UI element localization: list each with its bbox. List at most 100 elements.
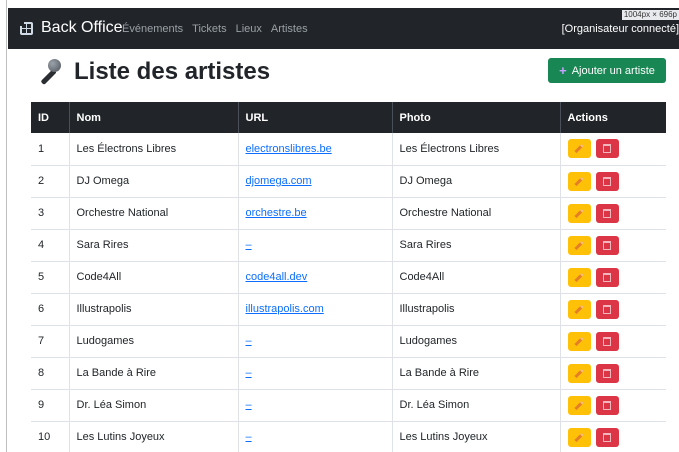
trash-icon — [603, 240, 611, 250]
column-actions: Actions — [567, 111, 608, 124]
column-url: URL — [238, 102, 393, 133]
row-name: Les Lutins Joyeux — [69, 421, 239, 452]
delete-button[interactable] — [595, 171, 619, 191]
table-row: 7 Ludogames – Ludogames — [31, 325, 666, 357]
edit-button[interactable] — [567, 331, 591, 351]
artists-table: ID Nom URL Photo Actions 1 Les Électrons… — [31, 102, 666, 452]
trash-icon — [603, 368, 611, 378]
row-photo: Orchestre National — [392, 197, 561, 229]
nav-item-tickets[interactable]: Tickets — [192, 23, 226, 35]
row-photo: Les Électrons Libres — [392, 133, 561, 165]
delete-button[interactable] — [595, 363, 619, 383]
artist-url-link[interactable]: – — [246, 335, 252, 347]
trash-icon — [603, 176, 611, 186]
pencil-icon — [574, 176, 584, 186]
row-id: 10 — [31, 421, 70, 452]
trash-icon — [603, 400, 611, 410]
table-header-row: ID Nom URL Photo Actions — [31, 102, 666, 133]
edit-button[interactable] — [567, 427, 591, 447]
delete-button[interactable] — [595, 427, 619, 447]
edit-button[interactable] — [567, 363, 591, 383]
add-artist-button[interactable]: + Ajouter un artiste — [548, 58, 666, 83]
nav-item-evenements[interactable]: Événements — [122, 23, 183, 35]
plus-icon: + — [559, 63, 567, 78]
page-heading: Liste des artistes — [74, 58, 271, 85]
nav-item-artistes[interactable]: Artistes — [271, 23, 308, 35]
table-row: 5 Code4All code4all.dev Code4All — [31, 261, 666, 293]
delete-button[interactable] — [595, 139, 619, 159]
pencil-icon — [574, 400, 584, 410]
edit-button[interactable] — [567, 203, 591, 223]
row-photo: Code4All — [392, 261, 561, 293]
artist-url-link[interactable]: electronslibres.be — [246, 143, 332, 155]
brand-name[interactable]: Back Office — [41, 19, 123, 37]
edit-button[interactable] — [567, 171, 591, 191]
edit-button[interactable] — [567, 299, 591, 319]
table-row: 1 Les Électrons Libres electronslibres.b… — [31, 133, 666, 165]
pencil-icon — [574, 272, 584, 282]
column-id: ID — [31, 102, 70, 133]
artist-url-link[interactable]: orchestre.be — [246, 207, 307, 219]
delete-button[interactable] — [595, 395, 619, 415]
trash-icon — [603, 304, 611, 314]
row-id: 2 — [31, 165, 70, 197]
add-artist-label: Ajouter un artiste — [571, 64, 655, 77]
trash-icon — [603, 144, 611, 154]
row-id: 5 — [31, 261, 70, 293]
row-name: Sara Rires — [69, 229, 239, 261]
artist-url-link[interactable]: djomega.com — [246, 175, 312, 187]
row-id: 6 — [31, 293, 70, 325]
pencil-icon — [574, 304, 584, 314]
pencil-icon — [574, 208, 584, 218]
grid-icon — [20, 21, 33, 35]
brand[interactable]: Back Office — [20, 19, 123, 37]
nav-item-lieux[interactable]: Lieux — [236, 23, 262, 35]
table-row: 2 DJ Omega djomega.com DJ Omega — [31, 165, 666, 197]
delete-button[interactable] — [595, 235, 619, 255]
edit-button[interactable] — [567, 235, 591, 255]
row-photo: La Bande à Rire — [392, 357, 561, 389]
row-id: 8 — [31, 357, 70, 389]
row-id: 9 — [31, 389, 70, 421]
row-id: 7 — [31, 325, 70, 357]
row-id: 4 — [31, 229, 70, 261]
top-navbar: Back Office Événements Tickets Lieux Art… — [8, 8, 679, 49]
trash-icon — [603, 432, 611, 442]
trash-icon — [603, 336, 611, 346]
delete-button[interactable] — [595, 331, 619, 351]
column-photo: Photo — [392, 102, 561, 133]
artist-url-link[interactable]: code4all.dev — [246, 271, 308, 283]
edit-button[interactable] — [567, 395, 591, 415]
viewport-size-badge: 1004px × 696p — [621, 10, 679, 20]
row-id: 1 — [31, 133, 70, 165]
pencil-icon — [574, 144, 584, 154]
artist-url-link[interactable]: illustrapolis.com — [246, 303, 324, 315]
artist-url-link[interactable]: – — [246, 367, 252, 379]
artist-url-link[interactable]: – — [246, 399, 252, 411]
edit-button[interactable] — [567, 139, 591, 159]
pencil-icon — [574, 336, 584, 346]
artist-url-link[interactable]: – — [246, 239, 252, 251]
row-photo: Dr. Léa Simon — [392, 389, 561, 421]
table-row: 3 Orchestre National orchestre.be Orches… — [31, 197, 666, 229]
delete-button[interactable] — [595, 267, 619, 287]
user-status: [Organisateur connecté] — [561, 23, 679, 35]
row-name: Illustrapolis — [69, 293, 239, 325]
delete-button[interactable] — [595, 299, 619, 319]
row-photo: DJ Omega — [392, 165, 561, 197]
row-name: Ludogames — [69, 325, 239, 357]
table-row: 9 Dr. Léa Simon – Dr. Léa Simon — [31, 389, 666, 421]
row-name: La Bande à Rire — [69, 357, 239, 389]
delete-button[interactable] — [595, 203, 619, 223]
artist-url-link[interactable]: – — [246, 431, 252, 443]
column-name: Nom — [69, 102, 239, 133]
edit-button[interactable] — [567, 267, 591, 287]
window-edge — [0, 0, 7, 452]
trash-icon — [603, 272, 611, 282]
row-name: DJ Omega — [69, 165, 239, 197]
row-name: Dr. Léa Simon — [69, 389, 239, 421]
page-title: Liste des artistes — [34, 57, 270, 87]
row-photo: Illustrapolis — [392, 293, 561, 325]
pencil-icon — [574, 432, 584, 442]
row-name: Orchestre National — [69, 197, 239, 229]
